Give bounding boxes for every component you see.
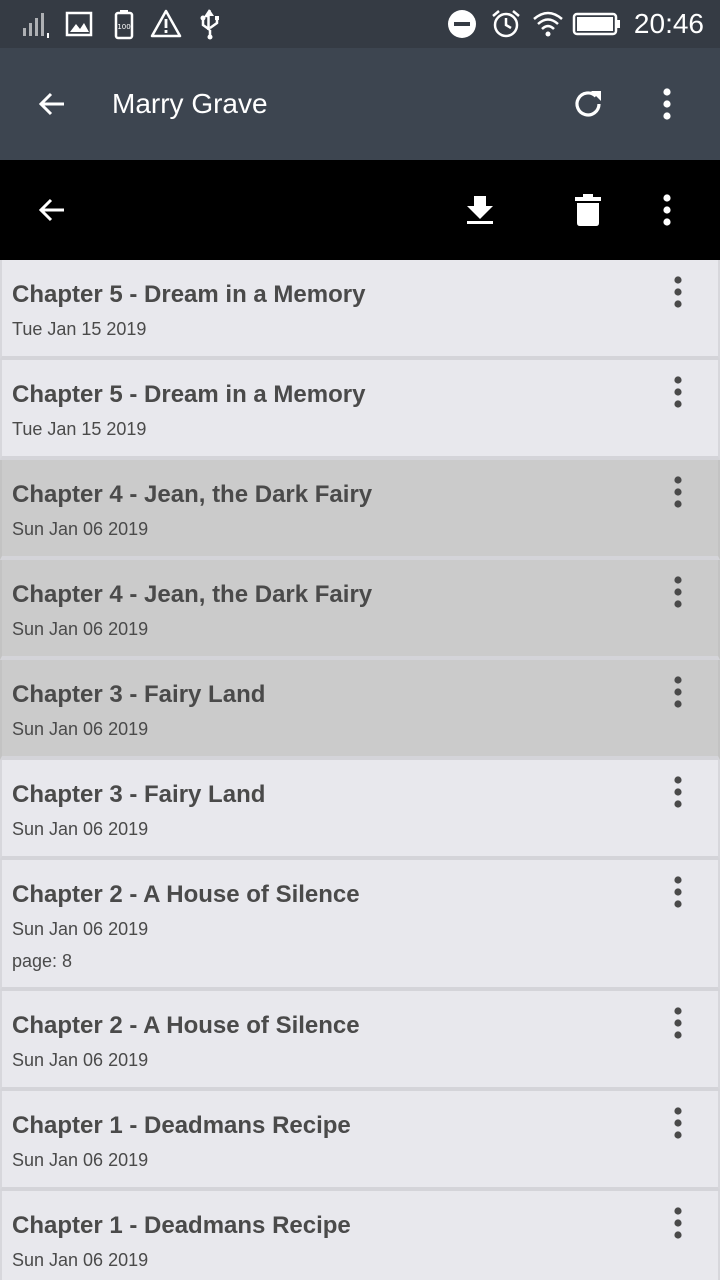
chapter-list[interactable]: Chapter 5 - Dream in a Memory Tue Jan 15… bbox=[0, 260, 720, 1280]
item-menu-button[interactable] bbox=[658, 1005, 698, 1045]
item-menu-button[interactable] bbox=[658, 374, 698, 414]
more-vert-icon bbox=[673, 575, 683, 614]
chapter-title: Chapter 4 - Jean, the Dark Fairy bbox=[12, 481, 373, 508]
chapter-date: Sun Jan 06 2019 bbox=[12, 819, 149, 839]
chapter-title: Chapter 5 - Dream in a Memory bbox=[12, 281, 366, 308]
chapter-title: Chapter 5 - Dream in a Memory bbox=[12, 381, 366, 408]
item-menu-button[interactable] bbox=[658, 1205, 698, 1245]
more-vert-icon bbox=[673, 775, 683, 814]
page-title: Marry Grave bbox=[112, 88, 268, 119]
chapter-date: Sun Jan 06 2019 bbox=[12, 519, 149, 539]
item-menu-button[interactable] bbox=[658, 1105, 698, 1145]
more-vert-icon bbox=[673, 1206, 683, 1245]
chapter-title: Chapter 2 - A House of Silence bbox=[12, 881, 360, 908]
more-vert-icon bbox=[673, 875, 683, 914]
item-menu-button[interactable] bbox=[658, 774, 698, 814]
chapter-title: Chapter 1 - Deadmans Recipe bbox=[12, 1112, 351, 1139]
chapter-title: Chapter 3 - Fairy Land bbox=[12, 781, 266, 808]
item-menu-button[interactable] bbox=[658, 674, 698, 714]
chapter-date: Sun Jan 06 2019 bbox=[12, 719, 149, 739]
battery-icon bbox=[572, 8, 622, 40]
refresh-icon bbox=[571, 87, 605, 121]
download-icon bbox=[464, 194, 496, 226]
selection-action-bar bbox=[0, 160, 720, 260]
chapter-title: Chapter 4 - Jean, the Dark Fairy bbox=[12, 581, 373, 608]
more-vert-icon bbox=[673, 275, 683, 314]
item-menu-button[interactable] bbox=[658, 274, 698, 314]
chapter-title: Chapter 1 - Deadmans Recipe bbox=[12, 1212, 351, 1239]
list-item[interactable]: Chapter 2 - A House of Silence Sun Jan 0… bbox=[0, 991, 720, 1091]
list-item[interactable]: Chapter 5 - Dream in a Memory Tue Jan 15… bbox=[0, 260, 720, 360]
more-vert-icon bbox=[673, 475, 683, 514]
item-menu-button[interactable] bbox=[658, 874, 698, 914]
chapter-page: page: 8 bbox=[12, 951, 73, 971]
arrow-back-icon bbox=[36, 194, 68, 226]
selection-menu-button[interactable] bbox=[643, 186, 691, 234]
list-item[interactable]: Chapter 1 - Deadmans Recipe Sun Jan 06 2… bbox=[0, 1191, 720, 1280]
delete-icon bbox=[574, 193, 602, 227]
chapter-date: Sun Jan 06 2019 bbox=[12, 1150, 149, 1170]
do-not-disturb-icon bbox=[446, 8, 478, 40]
chapter-date: Sun Jan 06 2019 bbox=[12, 1050, 149, 1070]
more-vert-icon bbox=[673, 1106, 683, 1145]
more-vert-icon bbox=[662, 193, 672, 227]
chapter-date: Sun Jan 06 2019 bbox=[12, 619, 149, 639]
close-selection-button[interactable] bbox=[28, 186, 76, 234]
delete-button[interactable] bbox=[564, 186, 612, 234]
item-menu-button[interactable] bbox=[658, 574, 698, 614]
refresh-button[interactable] bbox=[564, 80, 612, 128]
status-bar: 100 20:46 bbox=[0, 0, 720, 48]
chapter-date: Tue Jan 15 2019 bbox=[12, 319, 147, 339]
app-bar: Marry Grave bbox=[0, 48, 720, 160]
list-item[interactable]: Chapter 5 - Dream in a Memory Tue Jan 15… bbox=[0, 360, 720, 460]
signal-icon bbox=[20, 8, 52, 40]
wifi-icon bbox=[532, 8, 564, 40]
list-item[interactable]: Chapter 4 - Jean, the Dark Fairy Sun Jan… bbox=[0, 560, 720, 660]
warning-icon bbox=[150, 8, 182, 40]
list-item[interactable]: Chapter 3 - Fairy Land Sun Jan 06 2019 bbox=[0, 760, 720, 860]
svg-text:100: 100 bbox=[117, 23, 130, 31]
more-vert-icon bbox=[673, 375, 683, 414]
list-item[interactable]: Chapter 4 - Jean, the Dark Fairy Sun Jan… bbox=[0, 460, 720, 560]
more-vert-icon bbox=[673, 1006, 683, 1045]
download-button[interactable] bbox=[456, 186, 504, 234]
more-vert-icon bbox=[673, 675, 683, 714]
image-icon bbox=[64, 8, 96, 40]
chapter-title: Chapter 3 - Fairy Land bbox=[12, 681, 266, 708]
battery-saver-icon: 100 bbox=[108, 8, 140, 40]
status-time: 20:46 bbox=[633, 8, 704, 39]
alarm-icon bbox=[490, 8, 522, 40]
chapter-date: Sun Jan 06 2019 bbox=[12, 1250, 149, 1270]
chapter-title: Chapter 2 - A House of Silence bbox=[12, 1012, 360, 1039]
arrow-back-icon bbox=[36, 88, 68, 120]
list-item[interactable]: Chapter 1 - Deadmans Recipe Sun Jan 06 2… bbox=[0, 1091, 720, 1191]
list-item[interactable]: Chapter 2 - A House of Silence Sun Jan 0… bbox=[0, 860, 720, 991]
chapter-date: Tue Jan 15 2019 bbox=[12, 419, 147, 439]
list-item[interactable]: Chapter 3 - Fairy Land Sun Jan 06 2019 bbox=[0, 660, 720, 760]
usb-icon bbox=[194, 8, 226, 40]
back-button[interactable] bbox=[28, 80, 76, 128]
chapter-date: Sun Jan 06 2019 bbox=[12, 919, 149, 939]
item-menu-button[interactable] bbox=[658, 474, 698, 514]
overflow-menu-button[interactable] bbox=[643, 80, 691, 128]
more-vert-icon bbox=[662, 87, 672, 121]
